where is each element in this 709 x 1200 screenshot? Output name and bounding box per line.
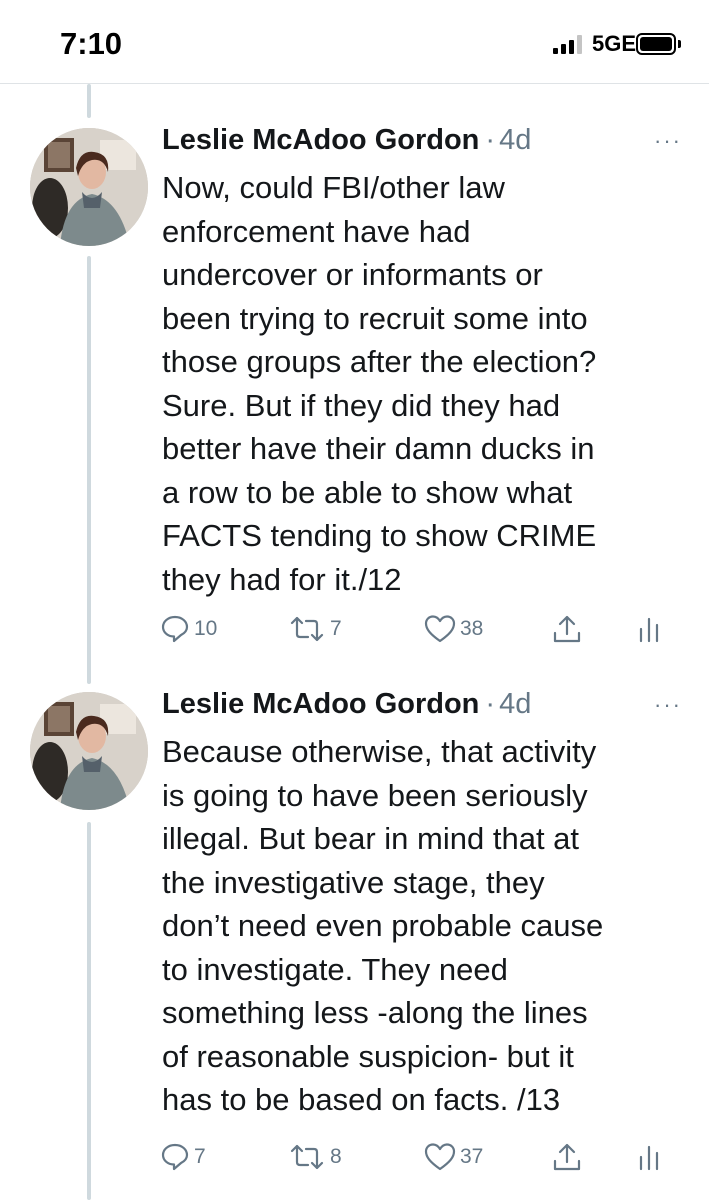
tweet-actions: 10 7 38 <box>160 614 680 654</box>
battery-tip <box>678 40 681 48</box>
tweet-header: Leslie McAdoo Gordon · 4d <box>162 688 682 728</box>
share-button[interactable] <box>552 614 582 644</box>
tweet-time[interactable]: 4d <box>499 688 531 721</box>
status-time: 7:10 <box>60 26 123 61</box>
like-button[interactable]: 38 <box>424 614 483 644</box>
retweet-button[interactable]: 8 <box>288 1142 342 1172</box>
avatar[interactable] <box>30 692 148 810</box>
share-icon <box>553 615 581 643</box>
separator-dot: · <box>485 688 496 720</box>
analytics-button[interactable] <box>638 614 660 644</box>
like-icon <box>424 1143 456 1171</box>
reply-count: 10 <box>194 617 218 640</box>
analytics-icon <box>639 1145 659 1171</box>
like-count: 38 <box>460 617 484 640</box>
tweet-actions: 7 8 37 <box>160 1142 680 1182</box>
author-name[interactable]: Leslie McAdoo Gordon <box>162 688 479 721</box>
tweet-header: Leslie McAdoo Gordon · 4d <box>162 124 682 164</box>
retweet-icon <box>290 1144 324 1170</box>
retweet-count: 7 <box>330 617 342 640</box>
battery-icon <box>636 33 676 55</box>
separator-dot: · <box>485 124 496 156</box>
reply-count: 7 <box>194 1145 206 1168</box>
more-icon[interactable]: ··· <box>654 128 682 154</box>
retweet-count: 8 <box>330 1145 342 1168</box>
retweet-icon <box>290 616 324 642</box>
tweet-text: Because otherwise, that activity is goin… <box>162 734 604 1117</box>
like-count: 37 <box>460 1145 484 1168</box>
reply-icon <box>161 615 189 643</box>
share-icon <box>553 1143 581 1171</box>
avatar[interactable] <box>30 128 148 246</box>
reply-button[interactable]: 10 <box>160 614 217 644</box>
like-button[interactable]: 37 <box>424 1142 483 1172</box>
status-bar: 7:10 5GE <box>0 0 709 84</box>
like-icon <box>424 615 456 643</box>
tweet[interactable]: Leslie McAdoo Gordon · 4d ··· Now, could… <box>0 124 709 664</box>
share-button[interactable] <box>552 1142 582 1172</box>
reply-button[interactable]: 7 <box>160 1142 206 1172</box>
author-name[interactable]: Leslie McAdoo Gordon <box>162 124 479 157</box>
tweet-text: Now, could FBI/other law enforcement hav… <box>162 170 597 597</box>
analytics-icon <box>639 617 659 643</box>
reply-icon <box>161 1143 189 1171</box>
network-label: 5GE <box>592 31 637 56</box>
thread-line-top <box>87 84 91 118</box>
retweet-button[interactable]: 7 <box>288 614 342 644</box>
tweet[interactable]: Leslie McAdoo Gordon · 4d ··· Because ot… <box>0 688 709 1188</box>
more-icon[interactable]: ··· <box>654 692 682 718</box>
signal-icon <box>553 34 582 54</box>
tweet-time[interactable]: 4d <box>499 124 531 157</box>
analytics-button[interactable] <box>638 1142 660 1172</box>
tweet-body: Leslie McAdoo Gordon · 4d ··· Because ot… <box>162 688 682 1122</box>
tweet-body: Leslie McAdoo Gordon · 4d ··· Now, could… <box>162 124 682 601</box>
